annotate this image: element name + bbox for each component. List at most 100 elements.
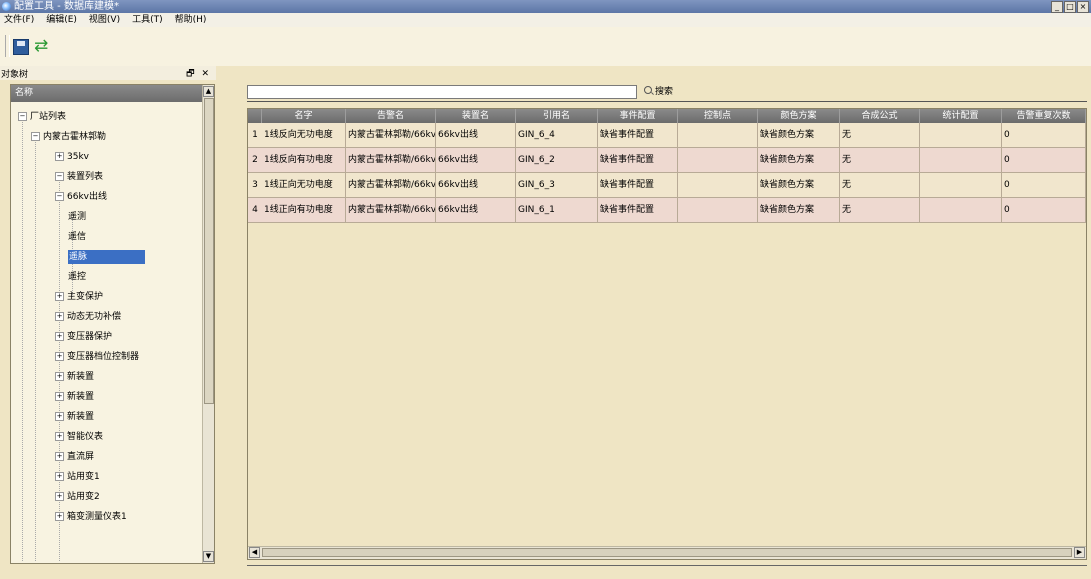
cell-alarm-name[interactable]: 内蒙古霍林郭勒/66kv出...: [346, 148, 436, 173]
cell-device-name[interactable]: 66kv出线: [436, 148, 516, 173]
expand-icon[interactable]: +: [55, 492, 64, 501]
cell-device-name[interactable]: 66kv出线: [436, 173, 516, 198]
cell-statistics[interactable]: [920, 173, 1002, 198]
tree-node[interactable]: 遥测: [68, 207, 86, 227]
cell-formula[interactable]: 无: [840, 123, 920, 148]
col-header-device-name[interactable]: 装置名: [436, 109, 516, 123]
cell-ref-name[interactable]: GIN_6_4: [516, 123, 598, 148]
object-tree[interactable]: 名称 − 厂站列表 − 内蒙古霍林郭勒 +35kv − 装置列表 −66kv出线 遥测 遥信 遥脉遥…: [10, 84, 215, 564]
menu-view[interactable]: 视图(V): [89, 13, 120, 27]
refresh-icon[interactable]: ⇄: [34, 37, 48, 55]
panel-float-close-icons[interactable]: 🗗 ✕: [186, 66, 211, 82]
collapse-icon[interactable]: −: [55, 172, 64, 181]
expand-icon[interactable]: +: [55, 372, 64, 381]
tree-vertical-scrollbar[interactable]: ▲ ▼: [202, 85, 214, 563]
table-row[interactable]: 11线反向无功电度内蒙古霍林郭勒/66kv出...66kv出线GIN_6_4 缺省…: [248, 123, 1086, 148]
expand-icon[interactable]: +: [55, 472, 64, 481]
cell-alarm-name[interactable]: 内蒙古霍林郭勒/66kv出...: [346, 173, 436, 198]
col-header-color-scheme[interactable]: 颜色方案: [758, 109, 840, 123]
tree-node[interactable]: 遥信: [68, 227, 86, 247]
search-button[interactable]: 搜索: [644, 85, 673, 99]
maximize-button[interactable]: □: [1064, 1, 1076, 13]
table-row[interactable]: 21线反向有功电度内蒙古霍林郭勒/66kv出...66kv出线GIN_6_2缺省…: [248, 148, 1086, 173]
cell-event-config[interactable]: 缺省事件配置: [598, 198, 678, 223]
collapse-icon[interactable]: −: [31, 132, 40, 141]
tree-node[interactable]: − 内蒙古霍林郭勒: [31, 127, 106, 147]
cell-alarm-name[interactable]: 内蒙古霍林郭勒/66kv出...: [346, 123, 436, 148]
expand-icon[interactable]: +: [55, 312, 64, 321]
expand-icon[interactable]: +: [55, 392, 64, 401]
col-header-control-point[interactable]: 控制点: [678, 109, 758, 123]
cell-color-scheme[interactable]: 缺省颜色方案: [758, 123, 840, 148]
cell-name[interactable]: 1线反向有功电度: [262, 148, 346, 173]
cell-name[interactable]: 1线正向无功电度: [262, 173, 346, 198]
tree-node[interactable]: +35kv: [55, 147, 89, 167]
data-grid[interactable]: 名字 告警名 装置名 引用名 事件配置 控制点 颜色方案 合成公式 统计配置 告…: [247, 108, 1087, 560]
cell-color-scheme[interactable]: 缺省颜色方案: [758, 148, 840, 173]
menu-tools[interactable]: 工具(T): [132, 13, 163, 27]
cell-control-point[interactable]: [678, 148, 758, 173]
expand-icon[interactable]: +: [55, 152, 64, 161]
tree-node[interactable]: + 箱变测量仪表1: [55, 507, 127, 527]
row-number[interactable]: 1: [248, 123, 262, 148]
tree-node[interactable]: − 装置列表: [55, 167, 103, 187]
cell-control-point[interactable]: [678, 198, 758, 223]
tree-node[interactable]: − 厂站列表: [18, 107, 66, 127]
cell-alarm-repeat-count[interactable]: 0: [1002, 198, 1086, 223]
cell-ref-name[interactable]: GIN_6_2: [516, 148, 598, 173]
tree-node[interactable]: + 变压器档位控制器: [55, 347, 139, 367]
scroll-right-button[interactable]: ▶: [1074, 547, 1085, 558]
expand-icon[interactable]: +: [55, 332, 64, 341]
col-header-alarm-name[interactable]: 告警名: [346, 109, 436, 123]
tree-node[interactable]: −66kv出线: [55, 187, 107, 207]
cell-ref-name[interactable]: GIN_6_3: [516, 173, 598, 198]
tree-column-header[interactable]: 名称: [11, 85, 204, 102]
table-row[interactable]: 41线正向有功电度内蒙古霍林郭勒/66kv出...66kv出线GIN_6_1缺省…: [248, 198, 1086, 223]
tree-node[interactable]: + 主变保护: [55, 287, 103, 307]
tree-node[interactable]: + 动态无功补偿: [55, 307, 121, 327]
tree-node[interactable]: + 新装置: [55, 367, 94, 387]
row-number[interactable]: 3: [248, 173, 262, 198]
scroll-thumb[interactable]: [262, 548, 1072, 557]
cell-device-name[interactable]: 66kv出线: [436, 123, 516, 148]
save-icon[interactable]: [13, 39, 29, 55]
cell-color-scheme[interactable]: 缺省颜色方案: [758, 173, 840, 198]
cell-alarm-name[interactable]: 内蒙古霍林郭勒/66kv出...: [346, 198, 436, 223]
row-number[interactable]: 4: [248, 198, 262, 223]
cell-event-config[interactable]: 缺省事件配置: [598, 173, 678, 198]
cell-ref-name[interactable]: GIN_6_1: [516, 198, 598, 223]
toolbar-grip[interactable]: [5, 35, 10, 57]
table-row[interactable]: 31线正向无功电度内蒙古霍林郭勒/66kv出...66kv出线GIN_6_3缺省…: [248, 173, 1086, 198]
cell-control-point[interactable]: [678, 173, 758, 198]
cell-statistics[interactable]: [920, 148, 1002, 173]
menu-help[interactable]: 帮助(H): [175, 13, 207, 27]
expand-icon[interactable]: +: [55, 512, 64, 521]
search-input[interactable]: [247, 85, 637, 99]
cell-statistics[interactable]: [920, 198, 1002, 223]
cell-alarm-repeat-count[interactable]: 0: [1002, 173, 1086, 198]
menu-file[interactable]: 文件(F): [4, 13, 34, 27]
col-header-name[interactable]: 名字: [262, 109, 346, 123]
col-header-event-config[interactable]: 事件配置: [598, 109, 678, 123]
expand-icon[interactable]: +: [55, 292, 64, 301]
cell-name[interactable]: 1线正向有功电度: [262, 198, 346, 223]
col-header-formula[interactable]: 合成公式: [840, 109, 920, 123]
cell-event-config[interactable]: 缺省事件配置: [598, 148, 678, 173]
tree-node[interactable]: + 直流屏: [55, 447, 94, 467]
cell-statistics[interactable]: [920, 123, 1002, 148]
expand-icon[interactable]: +: [55, 452, 64, 461]
expand-icon[interactable]: +: [55, 412, 64, 421]
tree-node[interactable]: + 站用变2: [55, 487, 100, 507]
tree-node[interactable]: + 变压器保护: [55, 327, 112, 347]
cell-device-name[interactable]: 66kv出线: [436, 198, 516, 223]
cell-name[interactable]: 1线反向无功电度: [262, 123, 346, 148]
close-button[interactable]: ×: [1077, 1, 1089, 13]
menu-edit[interactable]: 编辑(E): [46, 13, 77, 27]
tree-node[interactable]: + 智能仪表: [55, 427, 103, 447]
expand-icon[interactable]: +: [55, 432, 64, 441]
row-number[interactable]: 2: [248, 148, 262, 173]
cell-alarm-repeat-count[interactable]: 0: [1002, 123, 1086, 148]
tree-node[interactable]: 遥控: [68, 267, 86, 287]
cell-control-point[interactable]: [678, 123, 758, 148]
cell-color-scheme[interactable]: 缺省颜色方案: [758, 198, 840, 223]
